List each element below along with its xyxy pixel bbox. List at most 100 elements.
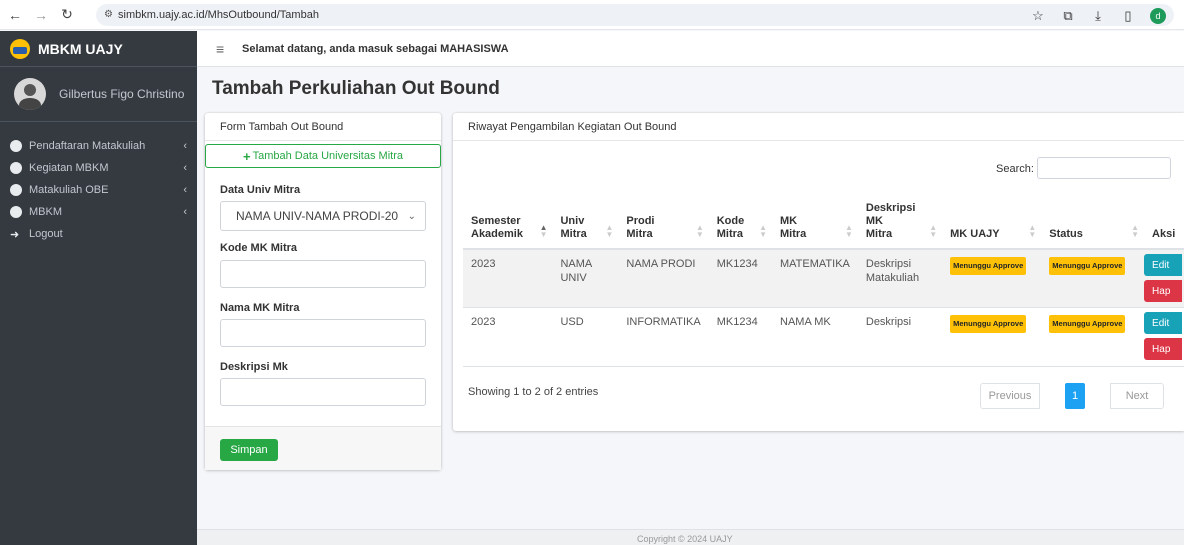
column-header-mk-uajy[interactable]: MK UAJY ▲ ▼ [942,188,1042,250]
circle-icon [10,162,22,174]
status-badge: Menunggu Approve [1049,257,1126,275]
circle-icon [10,206,22,218]
column-header-univ-mitra[interactable]: Univ Mitra ▲ ▼ [552,188,619,250]
cell-deskripsi: Deskripsi Matakuliah [857,249,943,308]
column-header-text: MK [865,215,883,227]
edit-button[interactable]: Edit [1144,311,1183,334]
hapus-button[interactable]: Hap [1144,280,1183,302]
column-header-text: Kode [716,215,745,227]
sort-icon: ▲ ▼ [1131,223,1140,239]
status-badge: Menunggu Approve [950,314,1027,333]
pagination-next[interactable]: Next [1110,383,1164,409]
chevron-left-icon: ‹ [183,162,187,174]
extensions-icon[interactable]: ⧉ [1060,8,1076,24]
cell-text: USD [560,315,584,328]
column-header-text: MK UAJY [950,228,1000,240]
footer: Copyright © 2024 UAJY [197,529,1184,545]
table-info: Showing 1 to 2 of 2 entries [468,386,599,398]
welcome-text: Selamat datang, anda masuk sebagai MAHAS… [242,42,509,55]
circle-icon [10,184,22,196]
pagination-page-1[interactable]: 1 [1065,383,1085,409]
page-title: Tambah Perkuliahan Out Bound [212,78,500,99]
add-universitas-mitra-button[interactable]: + Tambah Data Universitas Mitra [205,144,441,168]
sidebar-item-matakuliah-obe[interactable]: Matakuliah OBE ‹ [0,179,197,201]
sidebar: MBKM UAJY Gilbertus Figo Christino Penda… [0,31,197,545]
cell-prodi: NAMA PRODI [618,249,709,308]
kode-mk-label: Kode MK Mitra [220,242,297,254]
sidebar-item-pendaftaran-matakuliah[interactable]: Pendaftaran Matakuliah ‹ [0,135,197,157]
cell-prodi: INFORMATIKA [618,307,709,367]
simpan-button[interactable]: Simpan [220,439,278,461]
column-header-aksi: Aksi [1144,188,1184,250]
cell-deskripsi: Deskripsi [857,307,943,367]
cell-aksi: Edit Hap [1144,307,1184,367]
sidebar-item-mbkm[interactable]: MBKM ‹ [0,201,197,223]
cell-aksi: Edit Hap [1144,249,1184,308]
status-badge: Menunggu Approve [950,257,1027,275]
nama-mk-input[interactable] [220,319,426,347]
cell-mk: MATEMATIKA [772,249,858,308]
form-footer: Simpan [205,426,441,470]
cell-semester: 2023 [463,307,553,367]
brand-link[interactable]: MBKM UAJY [0,31,197,67]
form-card-header: Form Tambah Out Bound [205,113,441,141]
profile-avatar[interactable]: d [1150,8,1166,24]
plus-icon: + [243,148,251,164]
sidepanel-icon[interactable]: ▯ [1120,8,1136,24]
table-row: 2023 NAMA UNIV NAMA PRODI MK1234 MATEMATI… [463,249,1184,308]
column-header-semester[interactable]: Semester Akademik ▲ ▼ [463,188,553,250]
column-header-text: Mitra [626,228,653,240]
column-header-kode-mitra[interactable]: Kode Mitra ▲ ▼ [708,188,772,250]
reload-icon[interactable]: ↻ [56,4,78,26]
address-bar[interactable]: ⚙ simbkm.uajy.ac.id/MhsOutbound/Tambah ☆… [96,4,1174,26]
chevron-left-icon: ‹ [183,140,187,152]
brand-logo-icon [10,38,30,59]
cell-mk: NAMA MK [772,307,858,367]
user-name: Gilbertus Figo Christino [59,87,185,101]
sort-icon: ▲ ▼ [605,223,614,239]
column-header-prodi-mitra[interactable]: Prodi Mitra ▲ ▼ [618,188,709,250]
sidebar-item-label: Pendaftaran Matakuliah [29,140,146,152]
circle-icon [10,140,22,152]
cell-univ: USD [552,307,619,367]
url-text[interactable]: simbkm.uajy.ac.id/MhsOutbound/Tambah [118,9,319,21]
univ-mitra-selected-value: NAMA UNIV-NAMA PRODI-20 [236,209,399,223]
cell-text: Deskripsi [865,258,912,270]
sidebar-item-label: MBKM [29,206,62,218]
hamburger-menu-icon[interactable]: ≡ [216,41,230,57]
kode-mk-input[interactable] [220,260,426,288]
site-info-icon[interactable]: ⚙ [104,9,113,20]
cell-status: Menunggu Approve [1041,307,1145,367]
column-header-text: Mitra [780,228,807,240]
pagination-previous[interactable]: Previous [980,383,1040,409]
hapus-button[interactable]: Hap [1144,337,1183,360]
column-header-text: Aksi [1152,228,1176,240]
chevron-down-icon: ⌄ [407,210,416,222]
column-header-text: MK [780,215,798,227]
forward-arrow-icon[interactable]: → [30,4,52,26]
univ-mitra-select[interactable]: NAMA UNIV-NAMA PRODI-20 ⌄ [220,201,426,231]
edit-button[interactable]: Edit [1144,254,1183,276]
sign-out-icon: ➜ [10,228,20,241]
form-card: Form Tambah Out Bound + Tambah Data Univ… [205,113,441,470]
column-header-text: Mitra [716,228,744,240]
sidebar-item-kegiatan-mbkm[interactable]: Kegiatan MBKM ‹ [0,157,197,179]
column-header-mk-mitra[interactable]: MK Mitra ▲ ▼ [772,188,858,250]
download-icon[interactable]: ⤓ [1090,8,1106,24]
sidebar-item-label: Matakuliah OBE [29,184,109,196]
cell-mk-uajy: Menunggu Approve [942,249,1042,308]
sidebar-item-logout[interactable]: ➜ Logout [0,223,197,245]
cell-text: UNIV [560,272,587,284]
bookmark-star-icon[interactable]: ☆ [1030,8,1046,24]
column-header-deskripsi-mk-mitra[interactable]: Deskripsi MK Mitra ▲ ▼ [857,188,943,250]
back-arrow-icon[interactable]: ← [4,4,26,26]
table-row: 2023 USD INFORMATIKA MK1234 NAMA MK Desk… [463,307,1184,367]
chevron-left-icon: ‹ [183,206,187,218]
column-header-status[interactable]: Status ▲ ▼ [1041,188,1145,250]
deskripsi-mk-label: Deskripsi Mk [220,361,288,373]
search-input[interactable] [1037,157,1171,179]
top-navbar: ≡ Selamat datang, anda masuk sebagai MAH… [197,31,1184,67]
deskripsi-mk-input[interactable] [220,378,426,406]
sort-icon: ▲ ▼ [695,223,704,239]
user-panel[interactable]: Gilbertus Figo Christino [0,67,197,122]
